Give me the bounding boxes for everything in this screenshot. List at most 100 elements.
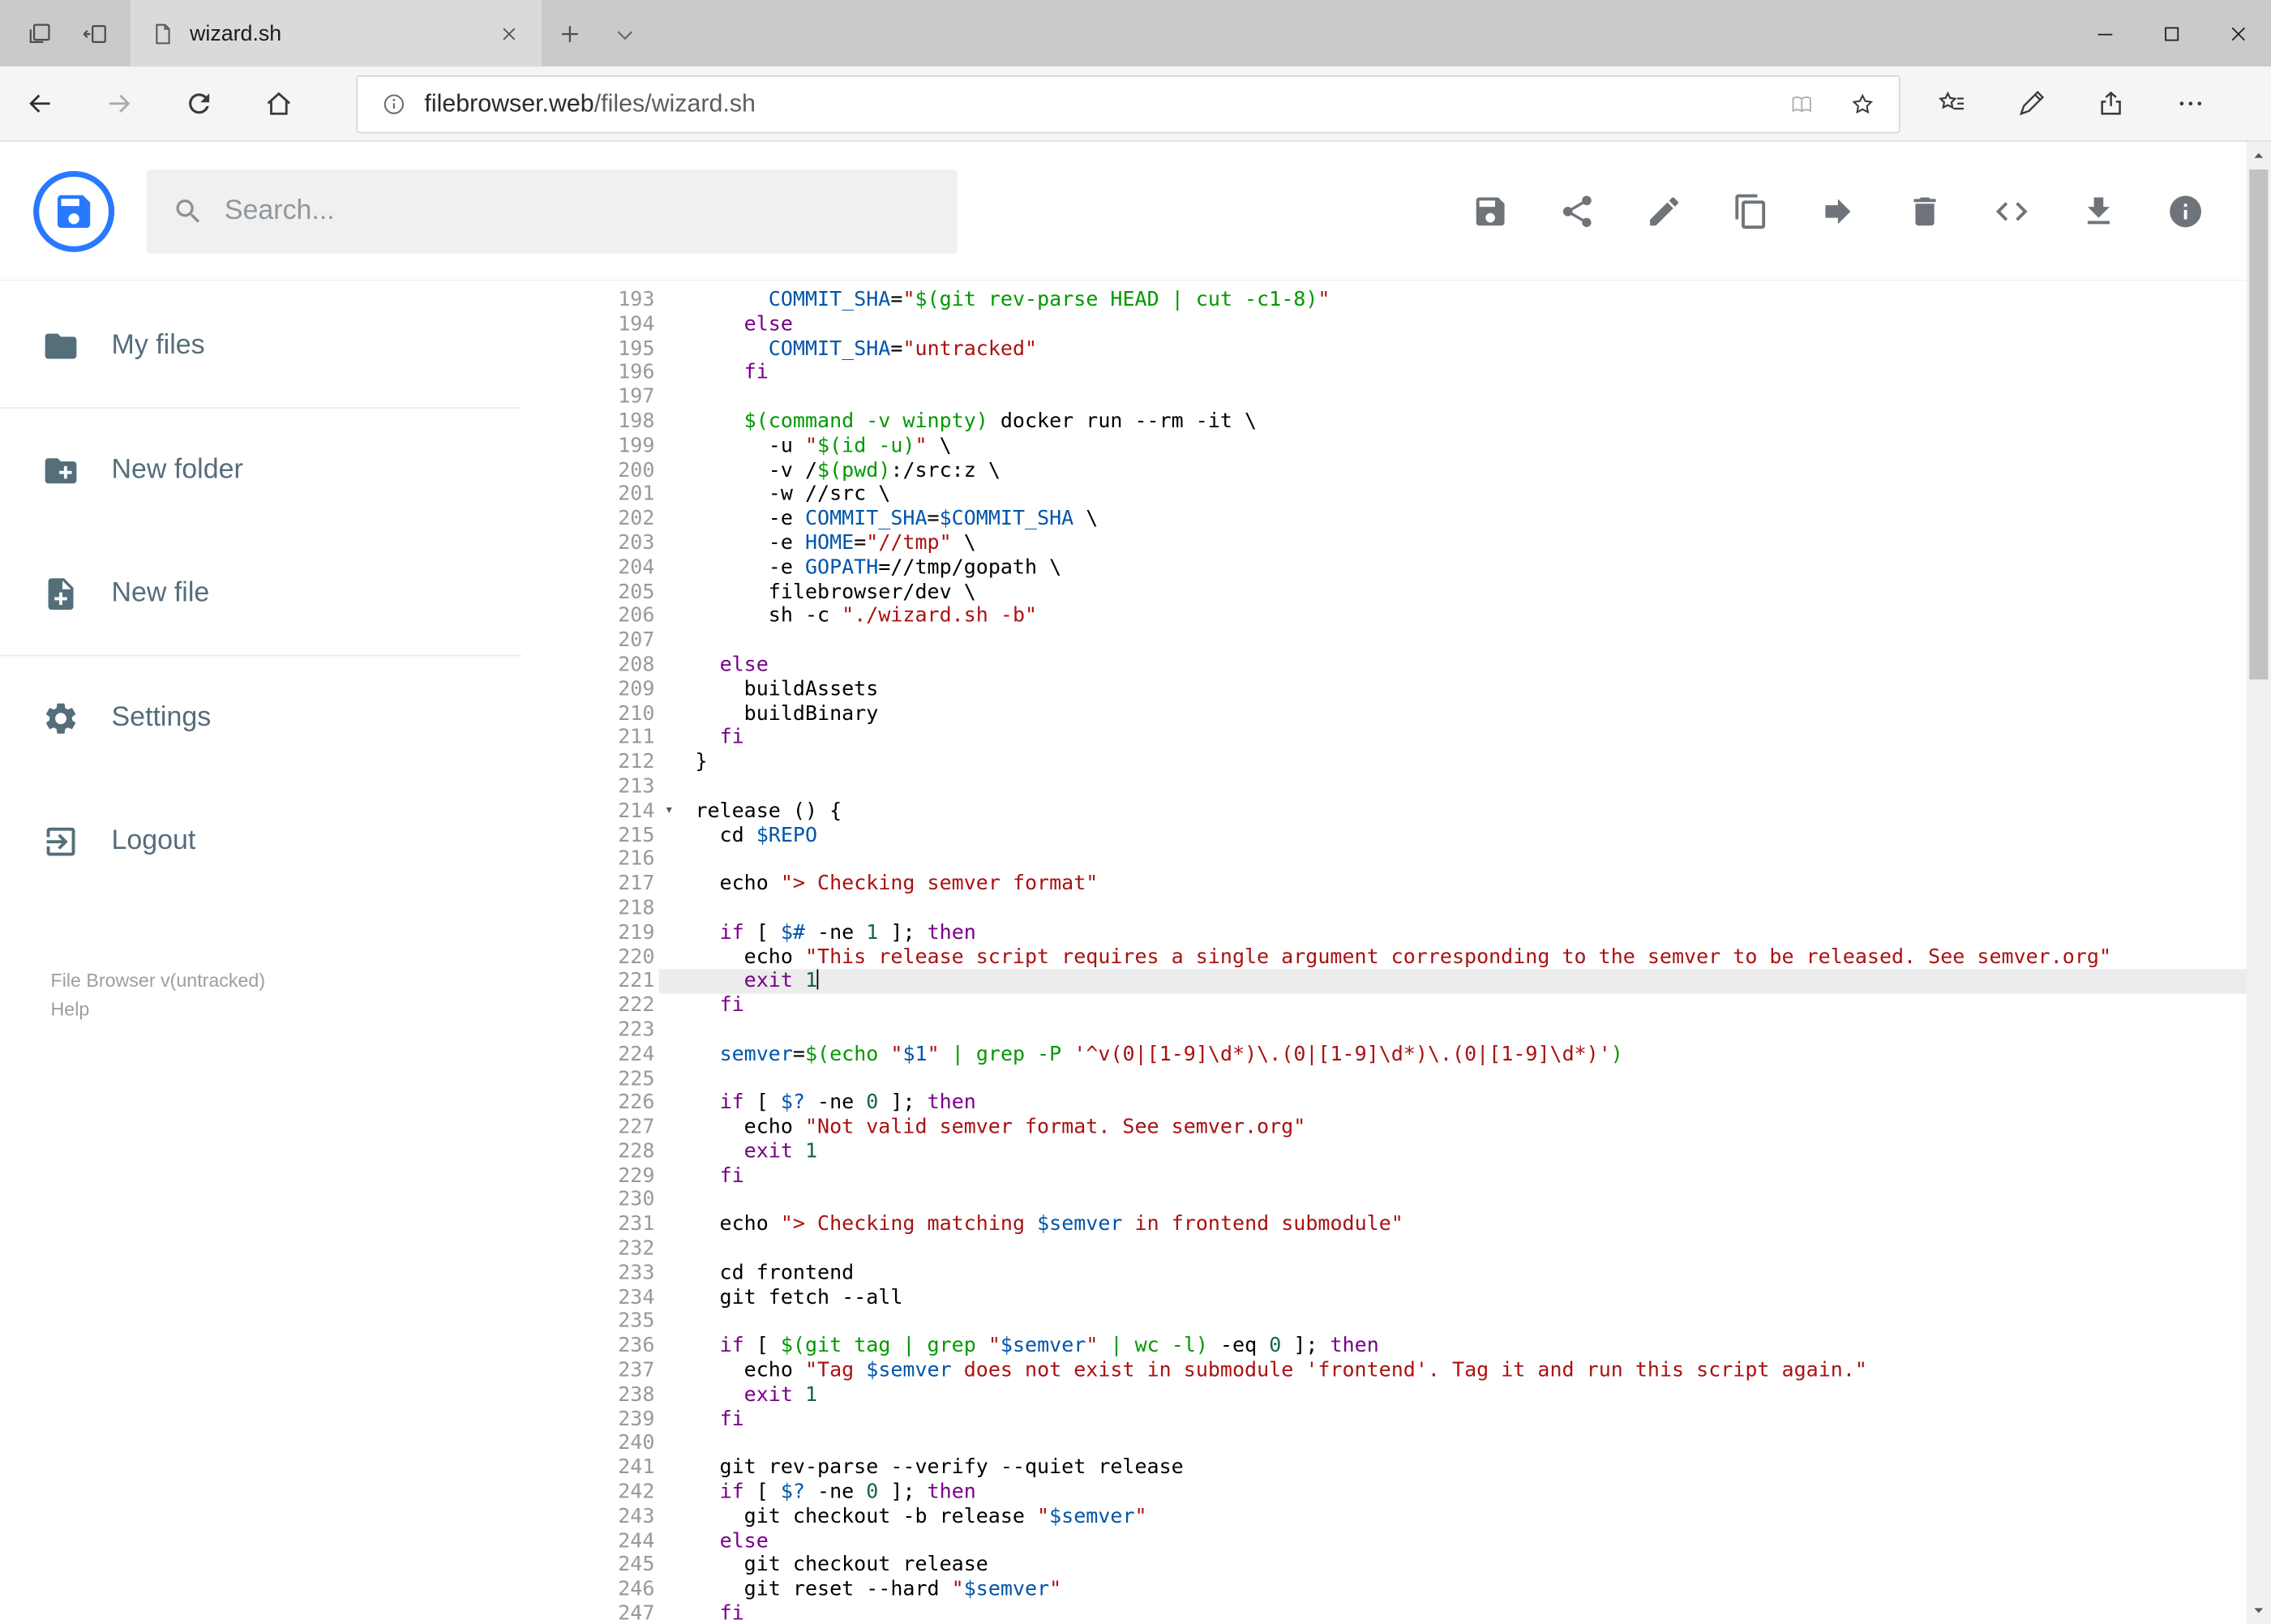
code-line[interactable]: 240 [582,1432,2271,1456]
code-line[interactable]: 232 [582,1237,2271,1262]
web-note-button[interactable] [1991,66,2071,141]
edit-button[interactable] [1645,192,1682,229]
code-line[interactable]: 217 echo "> Checking semver format" [582,872,2271,897]
scroll-up-arrow-icon[interactable] [2247,144,2271,168]
code-line[interactable]: 223 [582,1018,2271,1043]
sidebar-item-my-files[interactable]: My files [0,284,582,407]
delete-button[interactable] [1906,192,1943,229]
code-line[interactable]: 227 echo "Not valid semver format. See s… [582,1116,2271,1140]
code-line[interactable]: 221 exit 1 [582,969,2271,994]
forward-button[interactable] [79,66,159,141]
code-line[interactable]: 213 [582,775,2271,799]
back-button[interactable] [0,66,79,141]
code-line[interactable]: 242 if [ $? -ne 0 ]; then [582,1480,2271,1505]
code-line[interactable]: 234 git fetch --all [582,1286,2271,1310]
code-line[interactable]: 243 git checkout -b release "$semver" [582,1505,2271,1529]
code-line[interactable]: 203 -e HOME="//tmp" \ [582,532,2271,556]
code-line[interactable]: 206 sh -c "./wizard.sh -b" [582,605,2271,629]
close-button[interactable] [2205,0,2271,66]
code-line[interactable]: 215 cd $REPO [582,824,2271,848]
code-line[interactable]: 246 git reset --hard "$semver" [582,1578,2271,1602]
code-line[interactable]: 238 exit 1 [582,1383,2271,1408]
code-line[interactable]: 236 if [ $(git tag | grep "$semver" | wc… [582,1335,2271,1359]
code-view-button[interactable] [1993,192,2030,229]
code-line[interactable]: 231 echo "> Checking matching $semver in… [582,1213,2271,1237]
help-link[interactable]: Help [51,996,583,1025]
code-line[interactable]: 209 buildAssets [582,678,2271,702]
site-info-button[interactable] [363,76,424,131]
url-text[interactable]: filebrowser.web/files/wizard.sh [424,89,1771,118]
code-line[interactable]: 225 [582,1067,2271,1091]
sidebar-item-logout[interactable]: Logout [0,779,582,902]
sidebar-item-new-file[interactable]: New file [0,532,582,655]
code-line[interactable]: 233 cd frontend [582,1262,2271,1286]
add-favorite-button[interactable] [1832,76,1893,131]
code-line[interactable]: 202 -e COMMIT_SHA=$COMMIT_SHA \ [582,508,2271,532]
active-tab[interactable]: wizard.sh [130,0,542,67]
download-button[interactable] [2080,192,2117,229]
tab-preview-button[interactable] [11,0,66,66]
code-line[interactable]: 220 echo "This release script requires a… [582,945,2271,970]
refresh-button[interactable] [159,66,238,141]
move-button[interactable] [1819,192,1857,229]
scrollbar-thumb[interactable] [2249,169,2269,680]
code-line[interactable]: 222 fi [582,994,2271,1018]
code-line[interactable]: 229 fi [582,1164,2271,1189]
maximize-button[interactable] [2138,0,2205,66]
code-line[interactable]: 204 -e GOPATH=//tmp/gopath \ [582,556,2271,581]
save-button[interactable] [1472,192,1509,229]
new-tab-button[interactable] [542,0,597,66]
code-line[interactable]: 195 COMMIT_SHA="untracked" [582,337,2271,362]
code-line[interactable]: 211 fi [582,726,2271,751]
code-line[interactable]: 239 fi [582,1408,2271,1432]
scroll-down-arrow-icon[interactable] [2247,1598,2271,1622]
code-line[interactable]: 197 [582,386,2271,410]
minimize-button[interactable] [2071,0,2137,66]
code-line[interactable]: 241 git rev-parse --verify --quiet relea… [582,1456,2271,1480]
code-line[interactable]: 193 COMMIT_SHA="$(git rev-parse HEAD | c… [582,289,2271,313]
code-line[interactable]: 237 echo "Tag $semver does not exist in … [582,1359,2271,1383]
fold-marker-icon[interactable]: ▾ [659,799,679,824]
search-input[interactable] [224,195,932,227]
address-bar[interactable]: filebrowser.web/files/wizard.sh [356,75,1900,133]
code-line[interactable]: 200 -v /$(pwd):/src:z \ [582,459,2271,483]
more-button[interactable] [2151,66,2230,141]
code-line[interactable]: 201 -w //src \ [582,483,2271,508]
code-line[interactable]: 226 if [ $? -ne 0 ]; then [582,1091,2271,1116]
code-line[interactable]: 212} [582,751,2271,775]
code-line[interactable]: 244 else [582,1529,2271,1553]
filebrowser-logo[interactable] [33,169,115,252]
code-line[interactable]: 196 fi [582,362,2271,386]
code-line[interactable]: 216 [582,848,2271,872]
copy-button[interactable] [1732,192,1769,229]
sidebar-item-settings[interactable]: Settings [0,656,582,779]
code-line[interactable]: 198 $(command -v winpty) docker run --rm… [582,410,2271,435]
code-line[interactable]: 194 else [582,313,2271,337]
info-button[interactable] [2166,192,2204,229]
page-scrollbar[interactable] [2246,142,2271,1624]
tab-dropdown-button[interactable] [597,0,652,66]
code-line[interactable]: 205 filebrowser/dev \ [582,581,2271,605]
share-button[interactable] [1558,192,1596,229]
tab-close-icon[interactable] [490,15,527,52]
search-box[interactable] [146,169,958,253]
code-line[interactable]: 218 [582,897,2271,921]
code-line[interactable]: 214 ▾ release () { [582,799,2271,824]
code-line[interactable]: 224 semver=$(echo "$1" | grep -P '^v(0|[… [582,1043,2271,1067]
code-line[interactable]: 208 else [582,653,2271,678]
code-line[interactable]: 207 [582,629,2271,653]
code-editor[interactable]: 193 COMMIT_SHA="$(git rev-parse HEAD | c… [582,281,2271,1624]
sidebar-item-new-folder[interactable]: New folder [0,409,582,532]
code-line[interactable]: 245 git checkout release [582,1553,2271,1578]
home-button[interactable] [239,66,319,141]
code-line[interactable]: 219 if [ $# -ne 1 ]; then [582,921,2271,945]
set-tabs-aside-button[interactable] [66,0,122,66]
hub-button[interactable] [1912,66,1991,141]
reading-view-button[interactable] [1772,76,1832,131]
code-line[interactable]: 230 [582,1189,2271,1213]
code-line[interactable]: 247 fi [582,1602,2271,1624]
code-line[interactable]: 210 buildBinary [582,702,2271,726]
code-line[interactable]: 199 -u "$(id -u)" \ [582,435,2271,459]
code-line[interactable]: 235 [582,1310,2271,1335]
code-line[interactable]: 228 exit 1 [582,1140,2271,1164]
